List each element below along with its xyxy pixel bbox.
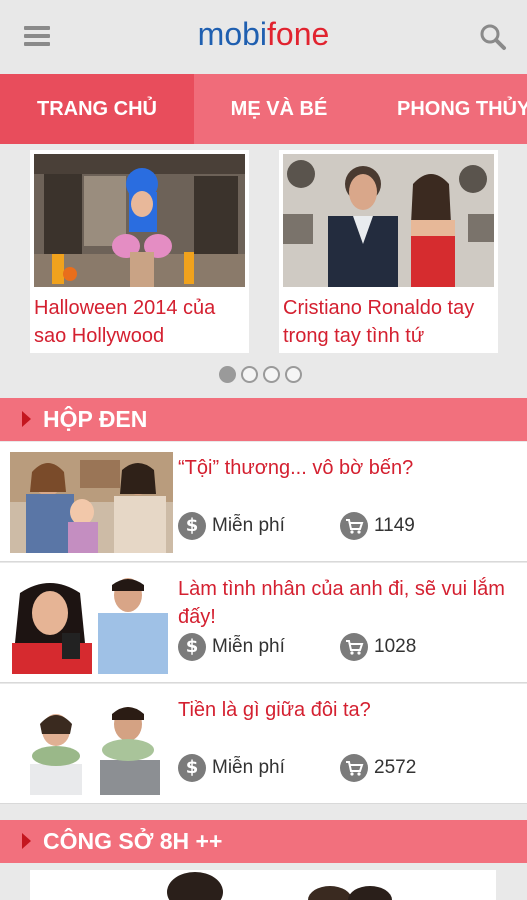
price-label: Miễn phí: [212, 757, 285, 778]
search-icon[interactable]: [479, 23, 507, 51]
section-header-cong-so[interactable]: CÔNG SỞ 8H ++: [0, 820, 527, 863]
featured-title[interactable]: Halloween 2014 của sao Hollywood: [34, 294, 249, 350]
tab-trang-chu[interactable]: TRANG CHỦ: [0, 74, 194, 144]
featured-title[interactable]: Cristiano Ronaldo tay trong tay tình tứ: [283, 294, 498, 350]
app-logo: mobifone: [0, 16, 527, 53]
carousel-dot[interactable]: [285, 366, 302, 383]
carousel-dot[interactable]: [241, 366, 258, 383]
triangle-right-icon: [22, 411, 31, 427]
tab-phong-thuy[interactable]: PHONG THỦY: [380, 74, 527, 144]
cart-icon: [340, 754, 368, 782]
count-label: 2572: [374, 757, 417, 778]
dollar-icon: $: [178, 512, 206, 540]
logo-text-mobi: mobi: [197, 16, 268, 52]
carousel-dot[interactable]: [263, 366, 280, 383]
list-item-thumbnail: [10, 694, 173, 795]
list-item-thumbnail: [10, 573, 173, 674]
featured-card[interactable]: Cristiano Ronaldo tay trong tay tình tứ: [279, 150, 498, 353]
cart-icon: [340, 633, 368, 661]
list-item-thumbnail: [10, 452, 173, 553]
dollar-icon: $: [178, 754, 206, 782]
triangle-right-icon: [22, 833, 31, 849]
category-tabs: TRANG CHỦ MẸ VÀ BÉ PHONG THỦY: [0, 74, 527, 144]
section-title: CÔNG SỞ 8H ++: [43, 828, 223, 854]
price-label: Miễn phí: [212, 515, 285, 536]
featured-card-partial[interactable]: [30, 870, 496, 900]
carousel-dot-active[interactable]: [219, 366, 236, 383]
section-title: HỘP ĐEN: [43, 406, 148, 432]
featured-image: [34, 154, 245, 287]
app-header: mobifone: [0, 0, 527, 74]
list-item[interactable]: “Tội” thương... vô bờ bến? $ Miễn phí 11…: [0, 442, 527, 562]
count-label: 1149: [374, 515, 415, 536]
cart-icon: [340, 512, 368, 540]
list-item[interactable]: Làm tình nhân của anh đi, sẽ vui lắm đấy…: [0, 563, 527, 683]
price-label: Miễn phí: [212, 636, 285, 657]
list-item-title[interactable]: Làm tình nhân của anh đi, sẽ vui lắm đấy…: [178, 575, 523, 631]
dollar-icon: $: [178, 633, 206, 661]
featured-card[interactable]: Halloween 2014 của sao Hollywood: [30, 150, 249, 353]
featured-image: [283, 154, 494, 287]
tab-me-va-be[interactable]: MẸ VÀ BÉ: [194, 74, 364, 144]
logo-text-fone: fone: [267, 16, 330, 52]
list-item-title[interactable]: “Tội” thương... vô bờ bến?: [178, 454, 523, 482]
list-item[interactable]: Tiền là gì giữa đôi ta? $ Miễn phí 2572: [0, 684, 527, 804]
section-header-hop-den[interactable]: HỘP ĐEN: [0, 398, 527, 441]
list-item-title[interactable]: Tiền là gì giữa đôi ta?: [178, 696, 523, 724]
count-label: 1028: [374, 636, 417, 657]
